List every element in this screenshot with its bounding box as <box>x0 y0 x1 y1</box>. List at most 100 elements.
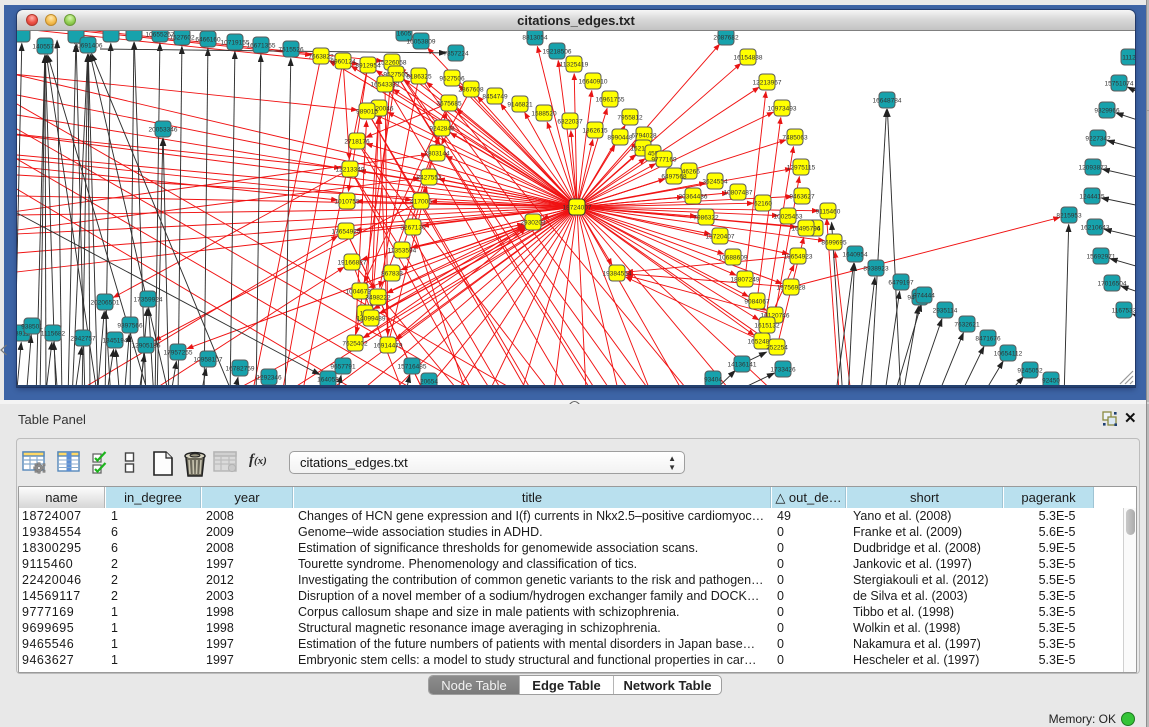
svg-text:19384554: 19384554 <box>603 271 632 278</box>
svg-text:10654112: 10654112 <box>994 351 1023 358</box>
svg-text:16782759: 16782759 <box>226 366 255 373</box>
svg-text:16210643: 16210643 <box>1081 225 1110 232</box>
svg-text:6497568: 6497568 <box>661 174 687 181</box>
svg-text:16671355: 16671355 <box>247 43 276 50</box>
svg-text:2930203: 2930203 <box>520 220 546 227</box>
svg-text:2718176: 2718176 <box>344 139 370 146</box>
svg-text:6322037: 6322037 <box>557 119 583 126</box>
svg-text:12093873: 12093873 <box>1079 165 1108 172</box>
svg-text:6794028: 6794028 <box>631 133 657 140</box>
svg-text:9242848: 9242848 <box>429 126 455 133</box>
svg-text:92450: 92450 <box>1042 378 1060 385</box>
svg-text:16648784: 16648784 <box>873 98 902 105</box>
svg-text:20364436: 20364436 <box>679 194 708 201</box>
svg-text:7515526: 7515526 <box>278 47 304 54</box>
svg-text:11325419: 11325419 <box>560 62 589 69</box>
svg-text:15716485: 15716485 <box>398 364 427 371</box>
svg-text:16961755: 16961755 <box>596 97 625 104</box>
svg-text:1605: 1605 <box>397 31 412 38</box>
svg-text:8938923: 8938923 <box>863 266 889 273</box>
svg-text:2935114: 2935114 <box>933 308 958 315</box>
svg-text:8186325: 8186325 <box>406 74 432 81</box>
svg-text:12213349: 12213349 <box>336 167 365 174</box>
svg-text:8960124: 8960124 <box>330 59 356 66</box>
svg-text:7986322: 7986322 <box>693 215 719 222</box>
svg-text:16640910: 16640910 <box>579 79 608 86</box>
svg-text:16543382: 16543382 <box>371 82 400 89</box>
svg-text:1167533: 1167533 <box>1112 308 1135 315</box>
svg-text:18724007: 18724007 <box>563 205 592 212</box>
svg-text:1733426: 1733426 <box>770 367 796 374</box>
svg-text:9397566: 9397566 <box>117 323 143 330</box>
svg-text:15692971: 15692971 <box>1087 254 1116 261</box>
svg-text:9777169: 9777169 <box>651 157 677 164</box>
svg-text:2942757: 2942757 <box>70 336 96 343</box>
svg-text:6479197: 6479197 <box>888 280 914 287</box>
svg-text:8699695: 8699695 <box>821 240 847 247</box>
svg-text:1112: 1112 <box>1122 55 1135 62</box>
svg-text:9527506: 9527506 <box>439 76 465 83</box>
svg-text:14136141: 14136141 <box>728 362 757 369</box>
svg-text:9329966: 9329966 <box>1094 108 1120 115</box>
svg-text:19654923: 19654923 <box>784 254 813 261</box>
svg-text:20053346: 20053346 <box>149 127 178 134</box>
svg-text:1345194: 1345194 <box>102 338 128 345</box>
svg-text:20691406: 20691406 <box>74 43 103 50</box>
svg-text:17957255: 17957255 <box>164 350 193 357</box>
svg-text:1615132: 1615132 <box>754 323 780 330</box>
svg-text:20206501: 20206501 <box>91 300 120 307</box>
svg-text:2087682: 2087682 <box>713 35 739 42</box>
svg-text:15226058: 15226058 <box>378 60 407 67</box>
svg-text:2803144: 2803144 <box>424 151 450 158</box>
svg-text:16053809: 16053809 <box>407 39 436 46</box>
svg-text:7485063: 7485063 <box>782 135 808 142</box>
svg-text:10688609: 10688609 <box>719 255 748 262</box>
svg-text:9146821: 9146821 <box>507 102 533 109</box>
svg-text:8215953: 8215953 <box>1056 213 1082 220</box>
svg-text:9463627: 9463627 <box>789 194 815 201</box>
svg-text:1405571: 1405571 <box>32 44 58 51</box>
svg-text:1244415: 1244415 <box>1079 194 1105 201</box>
svg-text:11353594: 11353594 <box>388 248 417 255</box>
svg-text:17359924: 17359924 <box>134 297 163 304</box>
svg-text:8471676: 8471676 <box>975 336 1001 343</box>
svg-text:93404: 93404 <box>704 377 722 384</box>
svg-text:1640954: 1640954 <box>842 252 868 259</box>
svg-text:18807249: 18807249 <box>731 277 760 284</box>
svg-text:8990448: 8990448 <box>607 135 633 142</box>
svg-text:1588520: 1588520 <box>531 111 557 118</box>
svg-text:3675685: 3675685 <box>436 101 462 108</box>
svg-text:19218506: 19218506 <box>543 49 572 56</box>
svg-text:16495796: 16495796 <box>792 226 821 233</box>
svg-text:1010755: 1010755 <box>334 199 360 206</box>
svg-text:164053: 164053 <box>317 377 339 384</box>
svg-text:974444: 974444 <box>913 293 935 300</box>
svg-text:867833: 867833 <box>381 271 403 278</box>
svg-text:16914479: 16914479 <box>374 343 403 350</box>
svg-text:9115460: 9115460 <box>816 209 841 216</box>
svg-text:12213967: 12213967 <box>753 80 782 87</box>
svg-text:1527602: 1527602 <box>169 35 195 42</box>
svg-text:10973493: 10973493 <box>768 106 797 113</box>
svg-text:9245052: 9245052 <box>1017 368 1043 375</box>
svg-text:938501: 938501 <box>21 324 43 331</box>
svg-text:1115682: 1115682 <box>41 331 66 338</box>
svg-text:3624554: 3624554 <box>702 179 728 186</box>
svg-text:10025453: 10025453 <box>774 214 803 221</box>
svg-text:7955812: 7955812 <box>617 115 643 122</box>
svg-text:17016504: 17016504 <box>1098 281 1127 288</box>
svg-text:7632621: 7632621 <box>954 322 980 329</box>
svg-text:15720407: 15720407 <box>706 234 735 241</box>
svg-text:2867608: 2867608 <box>458 87 484 94</box>
svg-text:10807487: 10807487 <box>724 190 753 197</box>
svg-text:12975115: 12975115 <box>787 165 816 172</box>
svg-text:3498222: 3498222 <box>365 295 391 302</box>
svg-text:7625402: 7625402 <box>342 341 368 348</box>
svg-text:9084067: 9084067 <box>744 299 770 306</box>
svg-text:989015: 989015 <box>356 109 378 116</box>
svg-text:1292346: 1292346 <box>256 375 282 382</box>
svg-text:8427552: 8427552 <box>416 175 442 182</box>
svg-text:62160: 62160 <box>754 201 772 208</box>
svg-text:252254: 252254 <box>766 345 788 352</box>
svg-text:15751074: 15751074 <box>1105 81 1134 88</box>
